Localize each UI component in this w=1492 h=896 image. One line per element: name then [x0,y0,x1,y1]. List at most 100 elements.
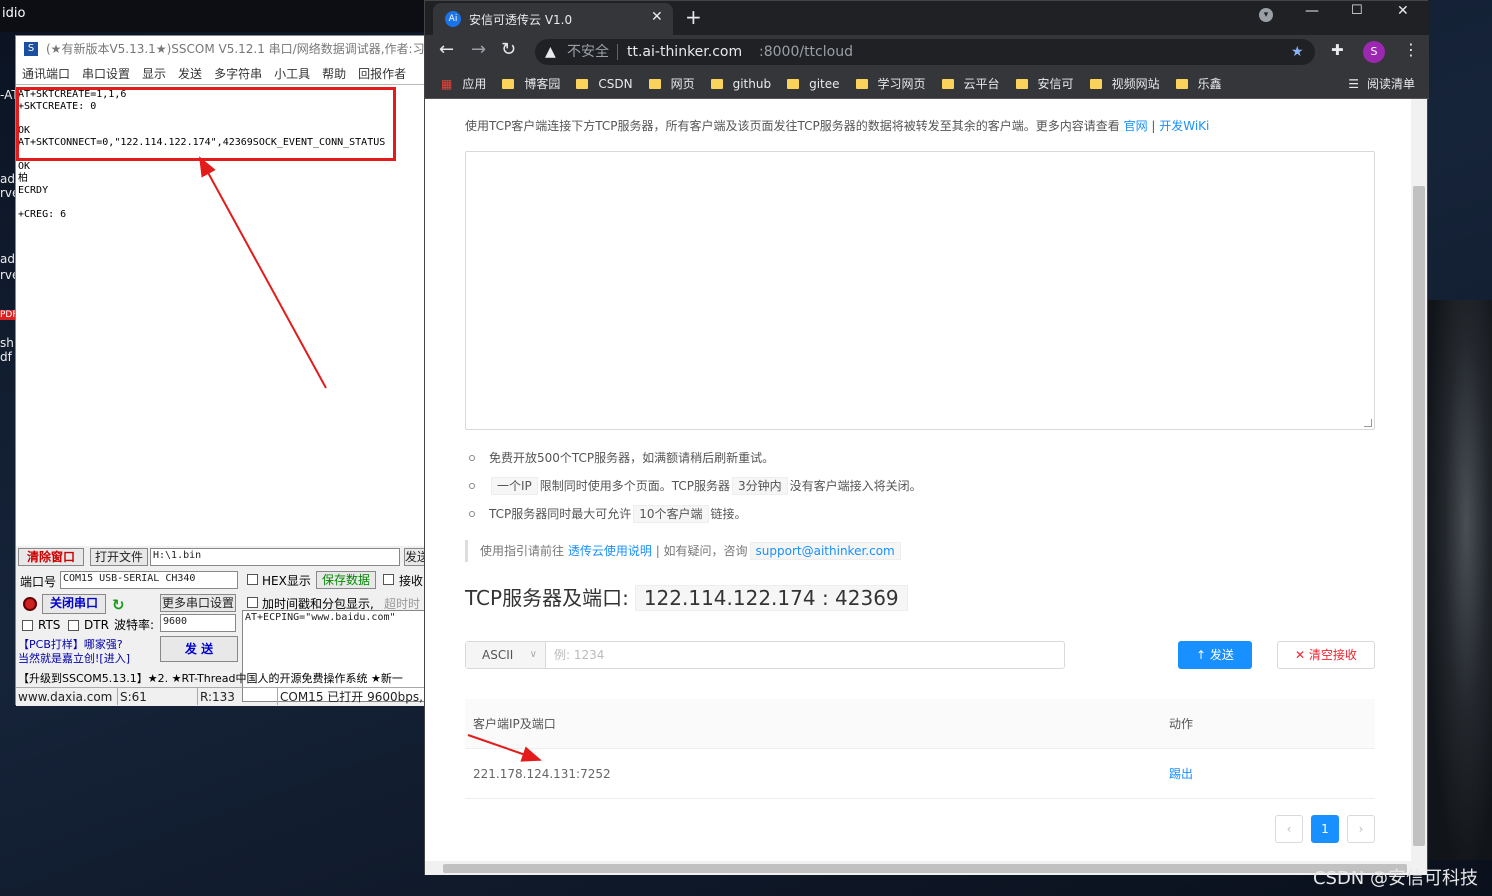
close-icon[interactable]: ✕ [651,9,663,25]
refresh-icon[interactable]: ↻ [112,596,125,614]
folder-icon [787,78,800,89]
open-file-button[interactable]: 打开文件 [90,548,148,566]
receive-textarea[interactable] [465,151,1375,430]
bookmark-folder[interactable]: 乐鑫 [1175,75,1222,92]
not-secure-label: 不安全 [567,44,609,60]
new-tab-icon[interactable]: + [685,5,702,29]
rts-checkbox[interactable] [22,620,33,631]
sscom-menu-bar: 通讯端口 串口设置 显示 发送 多字符串 小工具 帮助 回报作者 [16,62,426,84]
vertical-scroll-thumb[interactable] [1413,186,1425,846]
forward-icon[interactable]: → [471,39,486,60]
receive-checkbox[interactable] [383,574,394,585]
bookmark-label: 应用 [462,77,487,91]
address-bar[interactable]: ▲ 不安全 tt.ai-thinker.com :8000/ttcloud ★ [535,39,1315,65]
tcp-title-label: TCP服务器及端口: [465,586,629,610]
send-button[interactable]: ↑ 发送 [1178,641,1252,669]
desktop-side-label: sh [0,336,14,350]
send-input[interactable]: 例: 1234 [554,642,604,668]
baud-label: 波特率: [114,618,155,632]
send-button[interactable]: 发 送 [160,636,238,662]
info-item: TCP服务器同时最大可允许 10个客户端 链接。 [465,504,922,532]
support-email[interactable]: support@aithinker.com [749,542,901,560]
menu-tools[interactable]: 小工具 [268,62,316,84]
close-port-button[interactable]: 关闭串口 [42,594,106,614]
usage-guide-link[interactable]: 透传云使用说明 [568,544,652,558]
bookmark-folder[interactable]: 学习网页 [855,75,926,92]
official-site-link[interactable]: 官网 [1124,119,1148,133]
baud-select[interactable]: 9600 [160,614,236,632]
dtr-label: DTR [84,618,109,632]
bookmark-folder[interactable]: 视频网站 [1089,75,1160,92]
menu-dots-icon[interactable]: ⋮ [1403,40,1419,59]
prev-page-icon[interactable]: ‹ [1275,815,1303,843]
tab-search-icon[interactable]: ▾ [1259,8,1273,22]
reload-icon[interactable]: ↻ [501,39,516,60]
bookmark-star-icon[interactable]: ★ [1291,39,1304,65]
tab-strip: Ai 安信可透传云 V1.0 ✕ + ▾ — ☐ ✕ [425,1,1429,35]
hex-display-checkbox[interactable] [247,574,258,585]
tab-title: 安信可透传云 V1.0 [469,13,573,27]
tab-ttcloud[interactable]: Ai 安信可透传云 V1.0 ✕ [433,3,673,35]
menu-help[interactable]: 帮助 [316,62,352,84]
minimize-icon[interactable]: — [1305,3,1319,19]
desktop-side-label: ad [0,252,15,266]
info-item: 一个IP 限制同时使用多个页面。TCP服务器 3分钟内 没有客户端接入将关闭。 [465,476,922,504]
timestamp-checkbox[interactable] [247,597,258,608]
page-number[interactable]: 1 [1311,815,1339,843]
ad-line2[interactable]: 当然就是嘉立创![进入] [18,650,130,666]
sscom-app-icon: S [24,42,38,56]
desktop-taskbar-fragment: idio [0,0,424,32]
bookmark-label: CSDN [598,76,633,91]
save-data-button[interactable]: 保存数据 [316,571,376,589]
folder-icon [941,78,954,89]
profile-avatar[interactable]: S [1363,41,1385,63]
bookmark-folder[interactable]: 博客园 [502,75,560,92]
encoding-value: ASCII [482,648,514,662]
kick-link[interactable]: 踢出 [1169,767,1193,781]
bookmark-folder[interactable]: github [710,77,771,91]
folder-icon [502,78,515,89]
horizontal-scroll-thumb[interactable] [443,864,1407,873]
bookmark-folder[interactable]: CSDN [576,76,633,91]
menu-multi-string[interactable]: 多字符串 [208,62,268,84]
bookmark-label: 安信可 [1037,77,1074,91]
menu-display[interactable]: 显示 [136,62,172,84]
encoding-select[interactable]: ASCII ∨ [466,642,546,668]
extensions-icon[interactable]: ✚ [1331,41,1344,59]
clear-receive-button[interactable]: ✕ 清空接收 [1277,641,1375,669]
info-code: 10个客户端 [633,505,709,523]
resize-handle-icon[interactable] [1364,419,1372,427]
clear-window-button[interactable]: 清除窗口 [18,548,84,566]
dtr-checkbox[interactable] [68,620,79,631]
column-action: 动作 [1169,717,1194,731]
bookmark-folder[interactable]: 云平台 [941,75,1000,92]
bookmark-apps[interactable]: ▦ 应用 [441,75,486,92]
more-port-settings-button[interactable]: 更多串口设置 [160,594,236,612]
bookmark-folder[interactable]: 网页 [648,75,695,92]
file-path-input[interactable]: H:\1.bin [150,548,400,566]
receive-line: ECRDY [18,185,49,196]
menu-send[interactable]: 发送 [172,62,208,84]
reading-list[interactable]: ☰ 阅读清单 [1348,75,1415,92]
back-icon[interactable]: ← [439,39,454,60]
port-select[interactable]: COM15 USB-SERIAL CH340 [60,571,238,589]
bookmark-folder[interactable]: 安信可 [1015,75,1074,92]
menu-comm-port[interactable]: 通讯端口 [16,62,76,84]
sscom-title-bar[interactable]: (★有新版本V5.13.1★)SSCOM V5.12.1 串口/网络数据调试器,… [16,36,426,62]
dev-wiki-link[interactable]: 开发WiKi [1159,119,1209,133]
sscom-status-bar: www.daxia.com S:61 R:133 COM15 已打开 9600b… [16,687,426,705]
send-file-button[interactable]: 发送 [404,548,426,566]
guide-text: 使用指引请前往 [480,544,565,558]
menu-port-settings[interactable]: 串口设置 [76,62,136,84]
maximize-icon[interactable]: ☐ [1351,3,1363,18]
info-text: 链接。 [710,507,747,521]
folder-icon [576,78,589,89]
folder-icon [1015,78,1028,89]
next-page-icon[interactable]: › [1347,815,1375,843]
bookmark-folder[interactable]: gitee [787,77,840,91]
menu-feedback[interactable]: 回报作者 [352,62,412,84]
info-text: 没有客户端接入将关闭。 [789,479,922,493]
window-close-icon[interactable]: ✕ [1397,3,1409,19]
pagination: ‹ 1 › [1275,815,1375,843]
page-content: 使用TCP客户端连接下方TCP服务器，所有客户端及该页面发往TCP服务器的数据将… [425,99,1411,861]
